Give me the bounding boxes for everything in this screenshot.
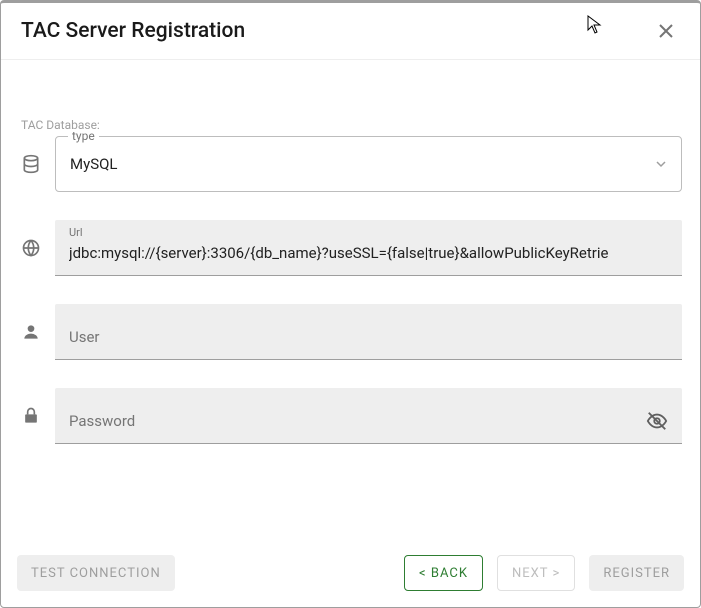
db-type-row: type MySQL <box>19 136 682 192</box>
back-button[interactable]: < BACK <box>404 555 483 591</box>
database-icon <box>19 154 43 174</box>
dialog-footer: TEST CONNECTION < BACK NEXT > REGISTER <box>1 542 700 607</box>
close-button[interactable] <box>652 17 680 45</box>
password-field[interactable]: Password <box>55 388 682 444</box>
close-icon <box>658 23 674 39</box>
dialog-content: TAC Database: type MySQL Url jdbc:mysql:… <box>1 60 700 542</box>
url-label: Url <box>69 226 83 239</box>
url-row: Url jdbc:mysql://{server}:3306/{db_name}… <box>19 220 682 276</box>
section-label: TAC Database: <box>19 118 682 132</box>
toggle-password-visibility[interactable] <box>646 410 668 432</box>
url-value: jdbc:mysql://{server}:3306/{db_name}?use… <box>69 244 668 262</box>
dialog-header: TAC Server Registration <box>1 3 700 60</box>
password-placeholder: Password <box>69 412 638 430</box>
url-field[interactable]: Url jdbc:mysql://{server}:3306/{db_name}… <box>55 220 682 276</box>
user-row: User <box>19 304 682 360</box>
user-field[interactable]: User <box>55 304 682 360</box>
registration-dialog: TAC Server Registration TAC Database: ty… <box>0 0 701 608</box>
register-button[interactable]: REGISTER <box>589 555 684 591</box>
dialog-title: TAC Server Registration <box>21 19 245 43</box>
lock-icon <box>19 406 43 426</box>
db-type-select[interactable]: type MySQL <box>55 136 682 192</box>
db-type-label: type <box>68 129 99 143</box>
user-icon <box>19 322 43 342</box>
chevron-down-icon <box>655 158 667 170</box>
test-connection-button[interactable]: TEST CONNECTION <box>17 555 175 591</box>
user-placeholder: User <box>69 328 668 346</box>
next-button[interactable]: NEXT > <box>497 555 575 591</box>
globe-icon <box>19 238 43 258</box>
password-row: Password <box>19 388 682 444</box>
db-type-value: MySQL <box>70 155 655 173</box>
eye-off-icon <box>646 410 668 432</box>
